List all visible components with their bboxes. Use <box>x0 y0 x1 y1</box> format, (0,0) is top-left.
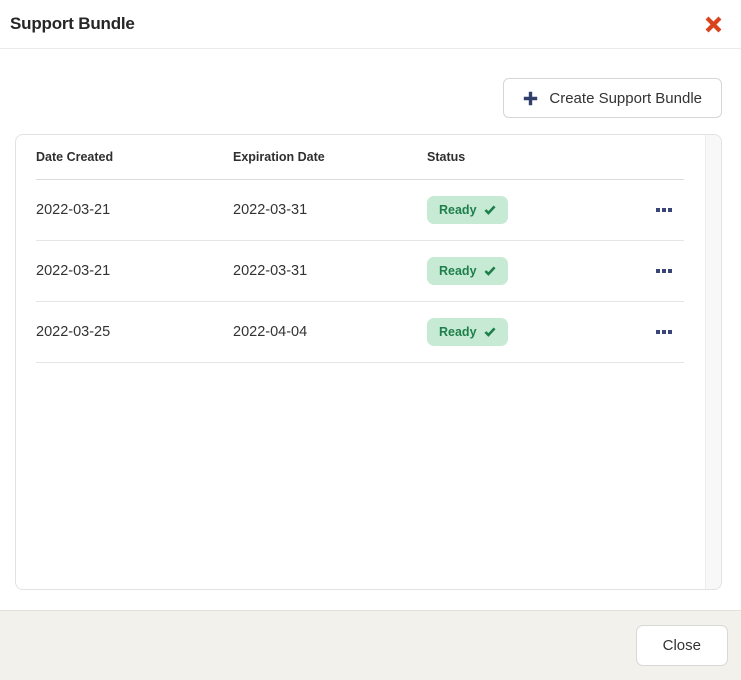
cell-date-created: 2022-03-21 <box>36 263 233 279</box>
ellipsis-icon <box>656 269 660 273</box>
check-icon <box>484 266 496 276</box>
cell-expiration-date: 2022-03-31 <box>233 263 427 279</box>
ellipsis-icon <box>656 208 660 212</box>
row-menu-button[interactable] <box>652 326 676 338</box>
row-menu-cell <box>644 326 684 338</box>
row-menu-button[interactable] <box>652 265 676 277</box>
check-icon <box>484 205 496 215</box>
status-badge: Ready <box>427 318 508 346</box>
modal-header: Support Bundle <box>0 0 741 49</box>
status-badge-label: Ready <box>439 264 477 278</box>
support-bundle-table: Date Created Expiration Date Status 2022… <box>15 134 722 590</box>
row-menu-cell <box>644 265 684 277</box>
plus-icon <box>523 91 538 106</box>
x-icon <box>704 15 723 34</box>
status-badge: Ready <box>427 257 508 285</box>
ellipsis-icon <box>656 330 660 334</box>
column-header-status: Status <box>427 150 644 164</box>
modal-footer: Close <box>0 610 741 680</box>
table-row: 2022-03-25 2022-04-04 Ready <box>36 302 684 363</box>
column-header-expiration-date: Expiration Date <box>233 150 427 164</box>
cell-expiration-date: 2022-04-04 <box>233 324 427 340</box>
table-header-row: Date Created Expiration Date Status <box>36 135 684 180</box>
status-badge-label: Ready <box>439 325 477 339</box>
close-modal-button[interactable] <box>700 11 726 37</box>
cell-expiration-date: 2022-03-31 <box>233 202 427 218</box>
create-support-bundle-label: Create Support Bundle <box>549 90 702 107</box>
table-row: 2022-03-21 2022-03-31 Ready <box>36 241 684 302</box>
check-icon <box>484 327 496 337</box>
table-row: 2022-03-21 2022-03-31 Ready <box>36 180 684 241</box>
row-menu-button[interactable] <box>652 204 676 216</box>
page-title: Support Bundle <box>10 14 135 34</box>
cell-date-created: 2022-03-21 <box>36 202 233 218</box>
table-scrollbar-track[interactable] <box>705 135 721 589</box>
close-button[interactable]: Close <box>636 625 728 666</box>
create-support-bundle-button[interactable]: Create Support Bundle <box>503 78 722 118</box>
cell-date-created: 2022-03-25 <box>36 324 233 340</box>
row-menu-cell <box>644 204 684 216</box>
toolbar: Create Support Bundle <box>0 78 741 118</box>
status-badge: Ready <box>427 196 508 224</box>
column-header-date-created: Date Created <box>36 150 233 164</box>
table-content: Date Created Expiration Date Status 2022… <box>16 135 704 363</box>
modal-body: Create Support Bundle Date Created Expir… <box>0 49 741 610</box>
status-badge-label: Ready <box>439 203 477 217</box>
